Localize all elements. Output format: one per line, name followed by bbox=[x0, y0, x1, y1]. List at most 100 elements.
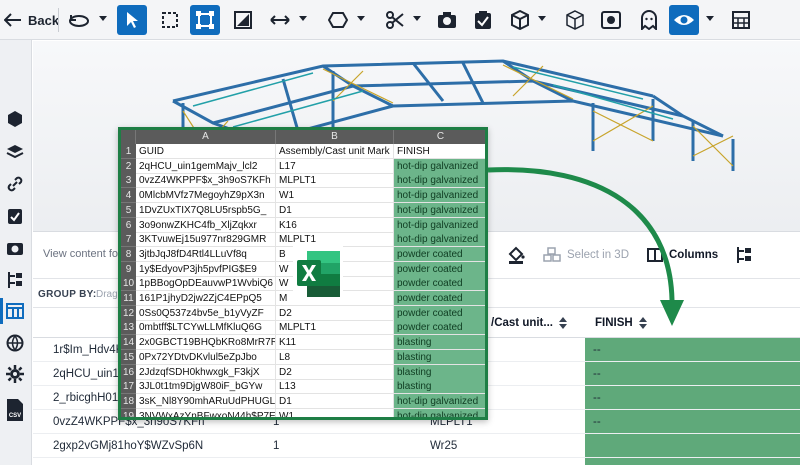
sheet-cell-mark: MLPLT1 bbox=[276, 173, 394, 189]
sheet-cell-guid: 0Px72YDtvDKvlul5eZpJbo bbox=[136, 349, 276, 365]
sheet-cell-finish: blasting bbox=[394, 379, 485, 395]
sheet-row-number: 16 bbox=[121, 364, 136, 380]
cube-outline-button[interactable] bbox=[560, 5, 590, 35]
rail-table-button[interactable] bbox=[4, 300, 26, 322]
sheet-cell-mark: MLPLT1 bbox=[276, 320, 394, 336]
rail-settings-button[interactable] bbox=[4, 363, 26, 385]
sheet-row-number: 13 bbox=[121, 320, 136, 336]
rail-active-indicator bbox=[0, 298, 3, 324]
calculator-grid-button[interactable] bbox=[726, 5, 756, 35]
table-icon bbox=[6, 303, 24, 319]
cell-guid: 1r$Im_Hdv4K bbox=[53, 344, 124, 356]
cut-dropdown-caret[interactable] bbox=[413, 16, 421, 21]
rail-globe-button[interactable] bbox=[4, 332, 26, 354]
cube-outline-icon bbox=[566, 10, 584, 30]
sheet-row-number: 4 bbox=[121, 188, 136, 204]
sheet-cell-finish: blasting bbox=[394, 364, 485, 380]
sheet-row-number: 3 bbox=[121, 173, 136, 189]
sheet-cell-guid: 3o9onwZKHC4fb_XljZqkxr bbox=[136, 217, 276, 233]
sheet-cell-guid: 2x0GBCT19BHQbKRo8MrR7R bbox=[136, 335, 276, 351]
clipboard-check-icon bbox=[475, 11, 491, 29]
paint-bucket-button[interactable] bbox=[507, 244, 525, 266]
measure-button[interactable] bbox=[265, 5, 295, 35]
sheet-cell-finish: powder coated bbox=[394, 305, 485, 321]
view-content-label: View content for: bbox=[43, 248, 125, 260]
sheet-cell-mark: L17 bbox=[276, 158, 394, 174]
shape-dropdown-caret[interactable] bbox=[357, 16, 365, 21]
sort-icon bbox=[638, 316, 647, 329]
cut-button[interactable] bbox=[380, 5, 410, 35]
fit-frame-button[interactable] bbox=[190, 5, 220, 35]
sheet-col-header: B bbox=[276, 130, 394, 144]
header-finish-label: FINISH bbox=[595, 316, 633, 329]
sheet-cell-guid: 3jtbJqJ8fD4Rtl4LLuVf8q bbox=[136, 246, 276, 262]
shape-button[interactable] bbox=[323, 5, 353, 35]
rotate-button[interactable] bbox=[64, 5, 94, 35]
sheet-cell-guid: 2qHCU_uin1gemMajv_lcl2 bbox=[136, 158, 276, 174]
hierarchy-tree-button[interactable] bbox=[735, 244, 753, 266]
left-rail: CSV bbox=[0, 40, 32, 465]
sheet-cell-guid: 3KTvuwEj15u977nr829GMR bbox=[136, 232, 276, 248]
cell-finish: -- bbox=[593, 344, 601, 356]
rail-hierarchy-button[interactable] bbox=[4, 269, 26, 291]
rail-layers-button[interactable] bbox=[4, 141, 26, 163]
rail-camera-button[interactable] bbox=[4, 237, 26, 259]
sheet-col-header: A bbox=[136, 130, 276, 144]
cell-finish: -- bbox=[593, 392, 601, 404]
header-finish[interactable]: FINISH bbox=[585, 308, 800, 338]
measure-dropdown-caret[interactable] bbox=[299, 16, 307, 21]
sheet-cell-guid: 1pBBogOpDEauvwP1WvbiQ6 bbox=[136, 276, 276, 292]
sheet-cell-finish: hot-dip galvanized bbox=[394, 188, 485, 204]
header-assembly-label: /Cast unit... bbox=[491, 316, 553, 329]
columns-button[interactable]: Columns bbox=[647, 244, 718, 266]
camera-icon bbox=[438, 12, 456, 28]
sheet-row-number: 11 bbox=[121, 291, 136, 306]
sheet-cell-finish: hot-dip galvanized bbox=[394, 408, 485, 417]
rotate-dropdown-caret[interactable] bbox=[99, 16, 107, 21]
sheet-cell-finish: hot-dip galvanized bbox=[394, 202, 485, 218]
group-by-hint: Drag bbox=[96, 289, 118, 300]
rail-model-button[interactable] bbox=[4, 108, 26, 130]
sort-icon bbox=[558, 316, 567, 329]
columns-label: Columns bbox=[669, 249, 719, 261]
visibility-button[interactable] bbox=[669, 5, 699, 35]
cube-button[interactable] bbox=[505, 5, 535, 35]
clipboard-check-button[interactable] bbox=[468, 5, 498, 35]
rail-link-button[interactable] bbox=[4, 173, 26, 195]
sheet-row-number: 17 bbox=[121, 379, 136, 395]
camera-button[interactable] bbox=[432, 5, 462, 35]
box-select-button[interactable] bbox=[155, 5, 185, 35]
overlay-button[interactable] bbox=[596, 5, 626, 35]
sheet-cell-guid: 0mbtff$LTCYwLLMfKluQ6G bbox=[136, 320, 276, 336]
sheet-cell-mark: MLPLT1 bbox=[276, 232, 394, 248]
sheet-row-number: 18 bbox=[121, 393, 136, 409]
sheet-row-number: 9 bbox=[121, 261, 136, 277]
link-icon bbox=[7, 176, 23, 192]
visibility-dropdown-caret[interactable] bbox=[706, 16, 714, 21]
sheet-cell-finish: blasting bbox=[394, 335, 485, 351]
tree-icon bbox=[737, 247, 751, 263]
sheet-cell-guid: 0Ss0Q537z4bv5e_b1yVyZF bbox=[136, 305, 276, 321]
sheet-cell-guid: 1y$EdyovP3jh5pvfPIG$E9 bbox=[136, 261, 276, 277]
cell-guid: 2_rbicghH01F bbox=[53, 392, 126, 404]
sheet-cell-finish: powder coated bbox=[394, 320, 485, 336]
sheet-cell-mark: D2 bbox=[276, 364, 394, 380]
box-select-icon bbox=[162, 12, 178, 28]
select-tool-button[interactable] bbox=[117, 5, 147, 35]
sheet-cell-finish: powder coated bbox=[394, 276, 485, 292]
table-row[interactable]: 2gxp2vGMj81hoY$WZvSp6N 1 Wr25 bbox=[33, 434, 800, 458]
sheet-cell-guid: 0vzZ4WKPPF$x_3h9oS7KFh bbox=[136, 173, 276, 189]
image-edit-button[interactable] bbox=[228, 5, 258, 35]
sheet-cell-guid: 3JL0t1tm9DjgW80iF_bGYw bbox=[136, 379, 276, 395]
rail-checklist-button[interactable] bbox=[4, 205, 26, 227]
sheet-cell-finish: hot-dip galvanized bbox=[394, 217, 485, 233]
select-in-3d-button[interactable]: Select in 3D bbox=[543, 244, 629, 266]
sheet-row-number: 2 bbox=[121, 158, 136, 174]
cube-dropdown-caret[interactable] bbox=[538, 16, 546, 21]
sheet-cell-guid: 0MlcbMVfz7MegoyhZ9pX3n bbox=[136, 188, 276, 204]
back-button[interactable]: Back bbox=[4, 0, 59, 40]
ghost-button[interactable] bbox=[634, 5, 664, 35]
sheet-cell-mark: D1 bbox=[276, 393, 394, 409]
cut-icon bbox=[386, 11, 404, 29]
rail-csv-button[interactable]: CSV bbox=[4, 396, 26, 424]
